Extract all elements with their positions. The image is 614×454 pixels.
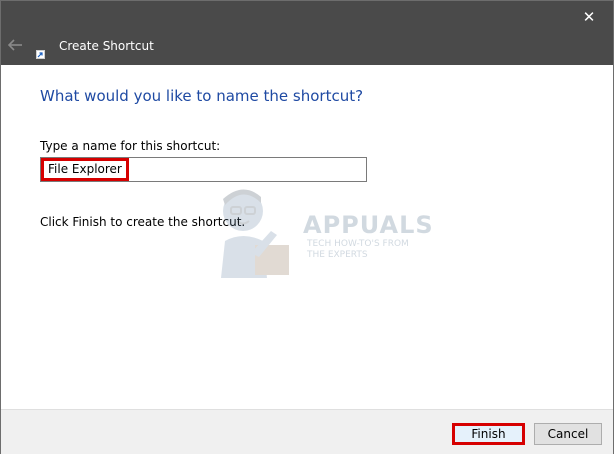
- create-shortcut-window: ✕ Create Shortcut What would you like to…: [0, 0, 614, 454]
- watermark-brand: APPUALS: [303, 211, 434, 239]
- close-icon: ✕: [582, 8, 596, 26]
- page-heading: What would you like to name the shortcut…: [40, 87, 364, 105]
- shortcut-name-label: Type a name for this shortcut:: [40, 139, 221, 153]
- back-button[interactable]: [6, 35, 26, 55]
- appuals-watermark: APPUALS TECH HOW-TO'S FROM THE EXPERTS: [211, 183, 433, 278]
- finish-button[interactable]: Finish: [452, 423, 525, 445]
- watermark-tagline: TECH HOW-TO'S FROM THE EXPERTS: [307, 239, 409, 260]
- back-arrow-icon: [7, 39, 22, 51]
- dialog-footer: Finish Cancel: [1, 409, 613, 454]
- window-title: Create Shortcut: [59, 39, 154, 53]
- shortcut-icon: [36, 44, 45, 59]
- close-button[interactable]: ✕: [573, 3, 605, 31]
- shortcut-name-value: File Explorer: [41, 158, 129, 181]
- title-bar: ✕ Create Shortcut: [1, 1, 613, 65]
- cancel-button[interactable]: Cancel: [534, 423, 602, 445]
- shortcut-name-input[interactable]: File Explorer: [40, 157, 367, 182]
- mascot-icon: [221, 189, 289, 278]
